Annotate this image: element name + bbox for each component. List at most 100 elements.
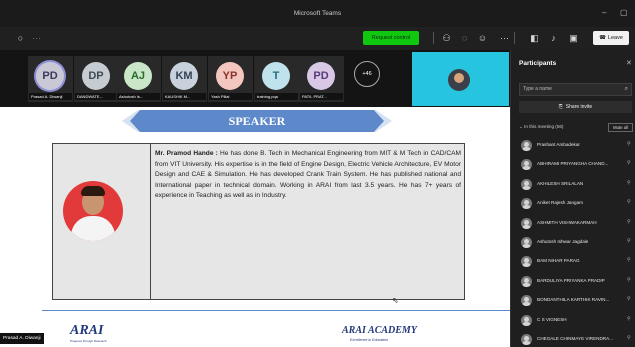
photo-hair <box>81 186 105 196</box>
mouse-cursor-icon: ⇖ <box>392 296 399 305</box>
avatar-body <box>522 243 531 248</box>
participant-name: C S VIGNESH <box>537 316 567 322</box>
mic-off-icon: ⚲ <box>627 315 631 322</box>
close-icon[interactable]: ✕ <box>626 59 632 67</box>
participant-name: Aniket Rajesh Jangam <box>537 200 583 206</box>
avatar: DP <box>82 62 110 90</box>
participant-tile[interactable]: AJ Ashutosh Is... <box>116 56 161 102</box>
tile-name: Yash Pillai <box>209 93 252 100</box>
avatar-face <box>524 219 529 225</box>
avatar <box>521 295 532 307</box>
speaker-photo-cell <box>53 144 151 299</box>
participant-tile[interactable]: PD PATIL PRAT... <box>299 56 344 102</box>
speaker-panel: Mr. Pramod Hande : He has done B. Tech i… <box>52 143 465 300</box>
participant-tile[interactable]: T training.pqa <box>254 56 299 102</box>
avatar <box>521 256 532 268</box>
avatar: YP <box>216 62 244 90</box>
meeting-toolbar: ○ ··· Request control ⚇ ◌ ☺ ··· ◧ ♪ ▣ ☎ … <box>0 27 635 50</box>
avatar: T <box>262 62 290 90</box>
avatar <box>521 198 532 210</box>
list-item[interactable]: C S VIGNESH ⚲ <box>511 312 635 331</box>
maximize-icon[interactable]: ▢ <box>620 8 628 17</box>
mic-off-icon: ⚲ <box>627 199 631 206</box>
avatar <box>521 333 532 345</box>
list-item[interactable]: ASHMITH VISHWAKARMAH ⚲ <box>511 215 635 234</box>
self-video-tile[interactable] <box>412 52 509 106</box>
meeting-timer-icon: ··· <box>32 33 41 43</box>
camera-off-icon[interactable]: ◧ <box>528 32 541 45</box>
chat-icon[interactable]: ◌ <box>458 32 471 45</box>
share-screen-icon[interactable]: ▣ <box>567 32 580 45</box>
request-control-button[interactable]: Request control <box>363 31 419 45</box>
participant-tile[interactable]: YP Yash Pillai <box>208 56 253 102</box>
in-meeting-section-toggle[interactable]: ⌄ In this meeting (56) <box>519 124 563 130</box>
avatar <box>521 159 532 171</box>
list-item[interactable]: Aniket Rajesh Jangam ⚲ <box>511 195 635 214</box>
photo-body <box>71 216 115 241</box>
phone-icon: ☎ <box>599 35 606 41</box>
banner-title: SPEAKER <box>130 110 384 132</box>
toolbar-divider <box>514 32 515 44</box>
speaker-name: Mr. Pramod Hande : <box>155 150 218 157</box>
tile-name: PATIL PRAT... <box>300 93 343 100</box>
list-item[interactable]: Prashant Ambadekar ⚲ <box>511 137 635 156</box>
speaker-photo <box>63 181 123 241</box>
shield-icon[interactable]: ○ <box>14 32 27 45</box>
avatar-body <box>522 224 531 229</box>
leave-button[interactable]: ☎ Leave <box>593 31 629 45</box>
list-item[interactable]: CHEGALE CHINMAYE VIRENDRA... ⚲ <box>511 331 635 347</box>
participant-name: Ashutosh Ishwar Jagdale <box>537 238 589 244</box>
avatar-body <box>522 302 531 307</box>
share-invite-button[interactable]: ⎘ Share invite <box>519 101 632 113</box>
minimize-icon[interactable]: – <box>602 8 606 17</box>
speaker-bio: Mr. Pramod Hande : He has done B. Tech i… <box>155 149 461 202</box>
mic-off-icon: ⚲ <box>627 160 631 167</box>
avatar-body <box>522 166 531 171</box>
self-video-person <box>448 69 470 91</box>
avatar-face <box>524 277 529 283</box>
avatar <box>521 236 532 248</box>
teams-window: Microsoft Teams – ▢ ○ ··· Request contro… <box>0 0 635 347</box>
participant-tile[interactable]: PD Prasad A. Diwanji <box>28 56 73 102</box>
window-title: Microsoft Teams <box>293 10 342 17</box>
participant-name: BONDANTHILA KARTHIK RAVIN... <box>537 297 610 303</box>
avatar-body <box>522 185 531 190</box>
shared-screen: SPEAKER Mr. Pramod Hande : He has done B… <box>0 107 510 347</box>
more-participants-button[interactable]: +46 <box>354 61 380 87</box>
mic-off-icon: ⚲ <box>627 179 631 186</box>
tile-name: training.pqa <box>255 93 298 100</box>
avatar-body <box>522 147 531 151</box>
avatar-body <box>522 321 531 326</box>
avatar-body <box>522 340 531 345</box>
search-input[interactable]: Type a name ⌕ <box>519 83 632 96</box>
participant-name: CHEGALE CHINMAYE VIRENDRA... <box>537 335 613 341</box>
tile-name: KAUSHIK M... <box>163 93 206 100</box>
list-item[interactable]: BONDANTHILA KARTHIK RAVIN... ⚲ <box>511 292 635 311</box>
mute-all-button[interactable]: Mute all <box>608 123 633 132</box>
reactions-icon[interactable]: ☺ <box>476 32 489 45</box>
mic-off-icon: ⚲ <box>627 334 631 341</box>
avatar-face <box>524 316 529 322</box>
list-item[interactable]: ABHIRAMI PRIYANGHA CHAND... ⚲ <box>511 156 635 175</box>
participant-name: ASHMITH VISHWAKARMAH <box>537 219 597 225</box>
more-actions-icon[interactable]: ··· <box>498 32 511 45</box>
search-placeholder: Type a name <box>523 86 552 92</box>
list-item[interactable]: Ashutosh Ishwar Jagdale ⚲ <box>511 234 635 253</box>
toolbar-divider <box>433 32 434 44</box>
people-icon[interactable]: ⚇ <box>440 32 453 45</box>
title-bar: Microsoft Teams – ▢ <box>0 0 635 27</box>
list-item[interactable]: BARDULIYA PRIYANKA PRADIP ⚲ <box>511 273 635 292</box>
participant-name: Prashant Ambadekar <box>537 142 580 147</box>
participant-name: BARDULIYA PRIYANKA PRADIP <box>537 277 605 283</box>
avatar <box>521 314 532 326</box>
participants-panel: Participants ✕ Type a name ⌕ ⎘ Share inv… <box>510 50 635 347</box>
participant-tile[interactable]: DP DANDWATE... <box>74 56 119 102</box>
participant-tile[interactable]: KM KAUSHIK M... <box>162 56 207 102</box>
list-item[interactable]: BAM NIHAR PARAG ⚲ <box>511 253 635 272</box>
list-item[interactable]: AKHILESH SRILALAN ⚲ <box>511 176 635 195</box>
tile-name: DANDWATE... <box>75 93 118 100</box>
tile-name: Prasad A. Diwanji <box>29 93 72 100</box>
avatar-body <box>522 263 531 268</box>
mic-off-icon[interactable]: ♪ <box>547 32 560 45</box>
avatar: PD <box>36 62 64 90</box>
